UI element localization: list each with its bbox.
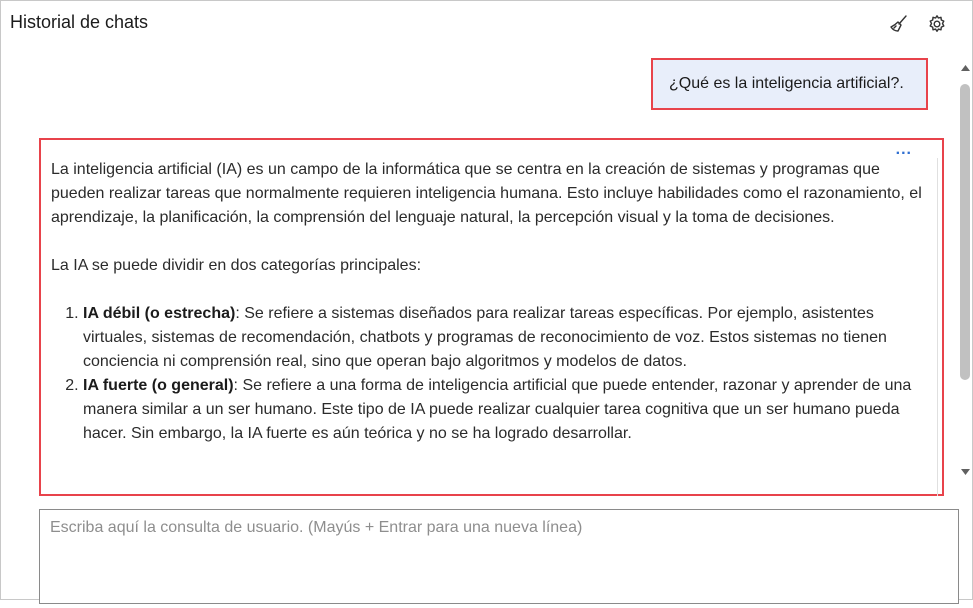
chat-messages-area[interactable]: ¿Qué es la inteligencia artificial?. ...… bbox=[0, 48, 956, 496]
list-item: IA fuerte (o general): Se refiere a una … bbox=[83, 374, 924, 446]
message-divider bbox=[937, 158, 938, 496]
list-item: IA débil (o estrecha): Se refiere a sist… bbox=[83, 302, 924, 374]
vertical-scrollbar[interactable] bbox=[957, 48, 973, 496]
list-item-term: IA débil (o estrecha) bbox=[83, 305, 236, 322]
scroll-up-arrow-icon[interactable] bbox=[959, 62, 971, 74]
categories-list: IA débil (o estrecha): Se refiere a sist… bbox=[51, 302, 924, 446]
query-input[interactable] bbox=[40, 510, 958, 603]
broom-icon[interactable] bbox=[887, 12, 911, 36]
scroll-down-arrow-icon[interactable] bbox=[959, 466, 971, 478]
assistant-message-body: ... La inteligencia artificial (IA) es u… bbox=[41, 140, 936, 494]
query-input-box[interactable] bbox=[39, 509, 959, 604]
panel-title: Historial de chats bbox=[10, 12, 149, 32]
user-message-text: ¿Qué es la inteligencia artificial?. bbox=[669, 75, 904, 92]
list-item-term: IA fuerte (o general) bbox=[83, 377, 234, 394]
more-options-button[interactable]: ... bbox=[896, 138, 912, 162]
scrollbar-thumb[interactable] bbox=[960, 84, 970, 380]
assistant-paragraph-2: La IA se puede dividir en dos categorías… bbox=[51, 257, 422, 274]
assistant-paragraph-1: La inteligencia artificial (IA) es un ca… bbox=[51, 161, 922, 226]
assistant-message: ... La inteligencia artificial (IA) es u… bbox=[39, 138, 944, 496]
user-message: ¿Qué es la inteligencia artificial?. bbox=[651, 58, 928, 110]
panel-header: Historial de chats bbox=[0, 0, 973, 48]
gear-icon[interactable] bbox=[925, 12, 949, 36]
